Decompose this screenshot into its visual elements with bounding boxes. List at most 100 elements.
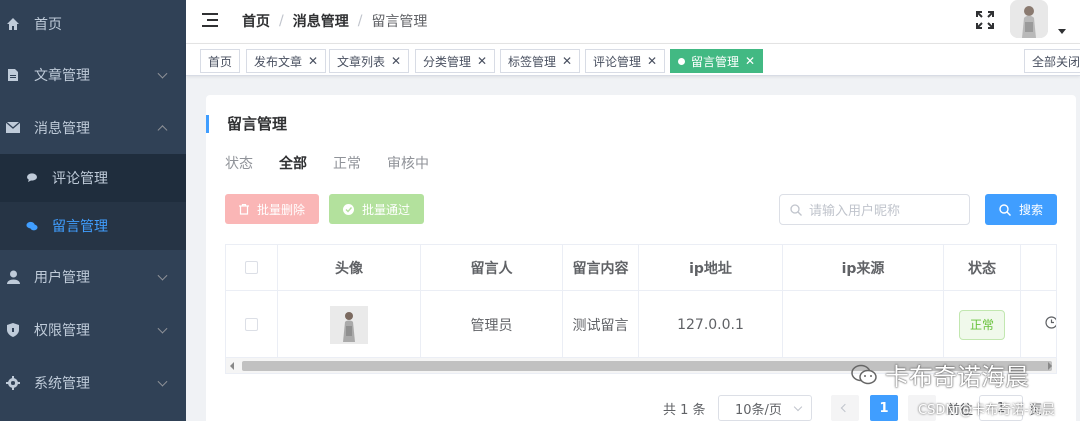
select-all-checkbox[interactable] [245,261,258,274]
page-number-current[interactable]: 1 [870,395,898,421]
comment-icon [26,173,38,183]
close-icon[interactable]: ✕ [308,54,318,68]
status-badge: 正常 [958,309,1005,340]
tag-tags[interactable]: 标签管理 ✕ [500,49,581,73]
gear-icon [6,375,20,390]
close-all-button[interactable]: 全部关闭 [1024,49,1080,73]
batch-delete-label: 批量删除 [256,202,305,217]
chat-icon [26,221,38,232]
batch-delete-button[interactable]: 批量删除 [225,194,319,224]
tag-label: 分类管理 [423,54,472,69]
menu-label: 消息管理 [34,120,90,137]
content-cell: 测试留言 [563,291,639,358]
status-option-all[interactable]: 全部 [279,153,307,173]
prev-page-button[interactable] [831,395,859,421]
trash-icon [238,203,249,215]
check-circle-icon [342,203,354,215]
breadcrumb-separator: / [357,13,363,29]
menu-item-guestbook[interactable]: 留言管理 [0,202,186,250]
tag-label: 首页 [208,54,233,69]
scroll-left-icon[interactable] [230,362,234,370]
menu-item-comments[interactable]: 评论管理 [0,154,186,202]
chevron-down-icon [793,402,803,412]
tag-label: 文章列表 [337,54,386,69]
tag-home[interactable]: 首页 [200,49,241,73]
document-icon [6,68,20,82]
tag-label: 留言管理 [691,54,740,69]
ip-cell: 127.0.0.1 [639,291,783,358]
status-option-pending[interactable]: 审核中 [387,153,429,173]
menu-label: 权限管理 [34,322,90,339]
shield-icon [6,322,20,337]
breadcrumb-home[interactable]: 首页 [242,11,270,31]
home-icon [6,17,20,31]
menu-label: 评论管理 [52,171,108,187]
chevron-down-icon [157,270,168,281]
close-icon[interactable]: ✕ [745,54,755,68]
pagination-total: 共 1 条 [663,402,706,418]
caret-down-icon[interactable] [1058,29,1066,34]
hamburger-icon[interactable] [202,13,218,27]
menu-label: 用户管理 [34,269,90,286]
tag-comments[interactable]: 评论管理 ✕ [585,49,666,73]
close-all-label: 全部关闭 [1032,54,1080,69]
tag-article-list[interactable]: 文章列表 ✕ [329,49,410,73]
scroll-right-icon[interactable] [1048,362,1052,370]
status-option-normal[interactable]: 正常 [333,153,361,173]
table-row: 管理员 测试留言 127.0.0.1 正常 [226,291,1056,358]
avatar-cell [278,291,421,358]
tag-label: 评论管理 [593,54,642,69]
column-header: 留言人 [421,245,563,290]
breadcrumb-messages[interactable]: 消息管理 [293,11,349,31]
tag-guestbook[interactable]: 留言管理 ✕ [670,49,764,73]
menu-label: 留言管理 [52,219,108,235]
author-cell: 管理员 [421,291,563,358]
menu-label: 首页 [34,17,62,33]
breadcrumb-current: 留言管理 [371,14,428,30]
menu-item-articles[interactable]: 文章管理 [0,48,186,101]
column-header: ip来源 [783,245,944,290]
clock-icon[interactable] [1044,316,1056,333]
chevron-down-icon [157,68,168,79]
search-button[interactable]: 搜索 [985,194,1057,225]
chevron-left-icon [840,403,850,413]
menu-item-home[interactable]: 首页 [0,0,186,48]
menu-item-messages[interactable]: 消息管理 [0,101,186,154]
menu-item-system[interactable]: 系统管理 [0,356,186,409]
search-button-label: 搜索 [1018,203,1043,217]
nickname-search-input[interactable]: 请输入用户昵称 [779,194,970,225]
navbar: 首页 / 消息管理 / 留言管理 [186,0,1080,44]
chevron-down-icon [157,376,168,387]
status-label: 状态 [225,156,253,172]
operations-cell [1021,291,1056,358]
row-checkbox[interactable] [245,318,258,331]
close-icon[interactable]: ✕ [647,54,657,68]
search-placeholder: 请输入用户昵称 [809,204,901,219]
close-icon[interactable]: ✕ [562,54,572,68]
status-cell: 正常 [944,291,1021,358]
chevron-down-icon [157,323,168,334]
page-size-select[interactable]: 10条/页 [718,395,812,421]
batch-pass-label: 批量通过 [361,202,410,217]
page-title: 留言管理 [206,115,287,133]
watermark-text: 卡布奇诺海晨 [885,363,1029,391]
status-filter: 状态 全部 正常 审核中 [225,153,455,173]
watermark-wechat: 卡布奇诺海晨 [851,357,1029,392]
tag-label: 发布文章 [254,54,303,69]
menu-label: 文章管理 [34,67,90,84]
avatar[interactable] [1010,0,1048,38]
tag-publish-article[interactable]: 发布文章 ✕ [246,49,327,73]
fullscreen-icon[interactable] [976,11,994,29]
menu-item-permissions[interactable]: 权限管理 [0,303,186,356]
menu-item-users[interactable]: 用户管理 [0,250,186,303]
close-icon[interactable]: ✕ [477,54,487,68]
search-icon [790,203,802,216]
breadcrumb-separator: / [279,13,284,29]
tags-view: 首页 发布文章 ✕ 文章列表 ✕ 分类管理 ✕ 标签管理 ✕ 评论管理 ✕ 留言… [186,44,1080,76]
ip-source-cell [783,291,944,358]
tag-category[interactable]: 分类管理 ✕ [415,49,496,73]
sidebar: 首页 文章管理 消息管理 评论管理 留言管理 用户管理 权限管理 系统管理 [0,0,186,421]
batch-pass-button[interactable]: 批量通过 [329,194,424,224]
close-icon[interactable]: ✕ [391,54,401,68]
chevron-up-icon [157,124,168,135]
